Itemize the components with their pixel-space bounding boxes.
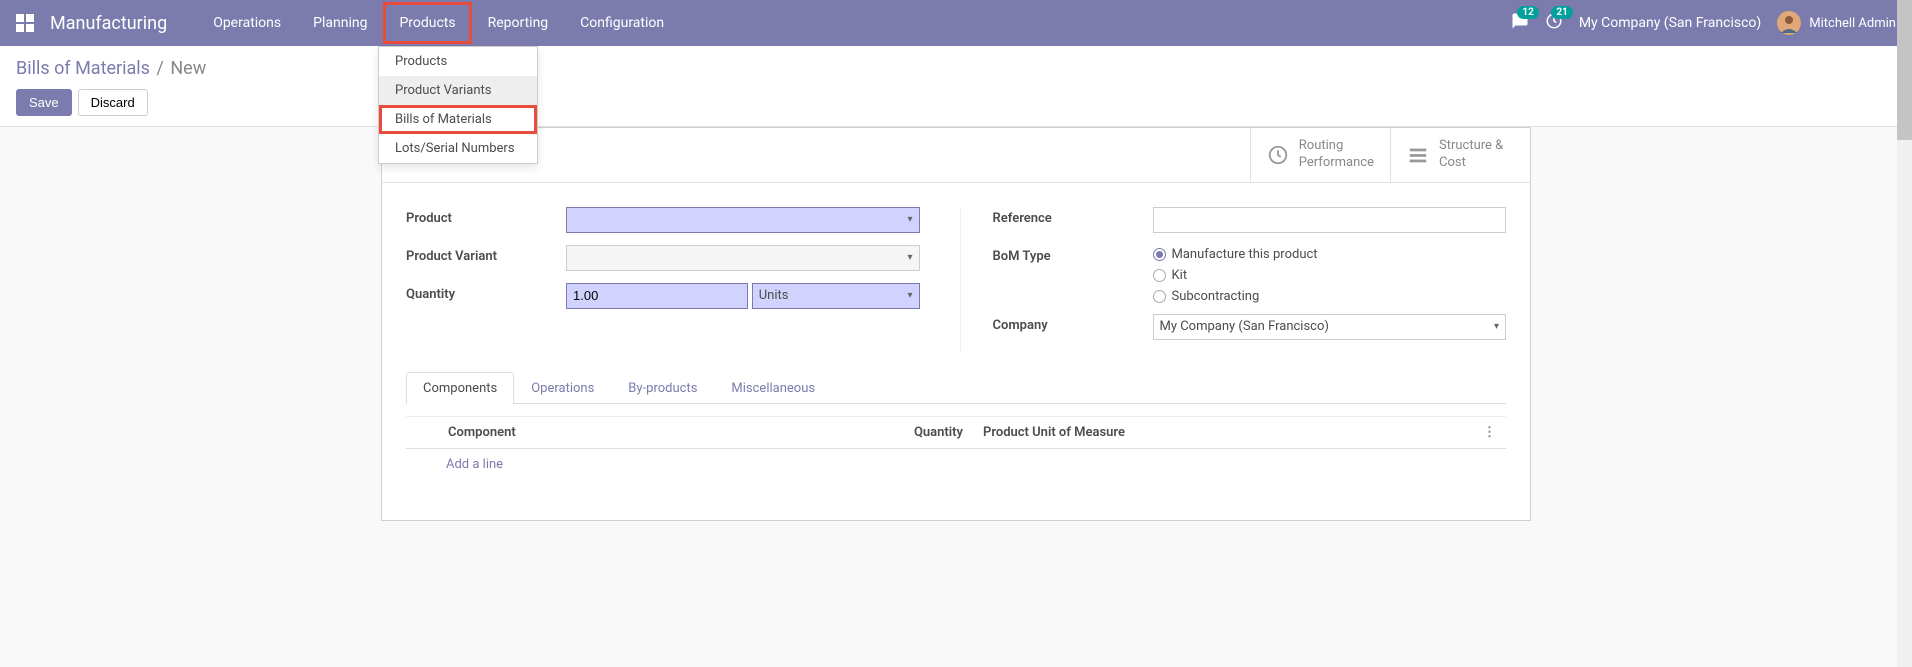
bom-type-radio-group: Manufacture this product Kit Subcontractin…	[1153, 245, 1507, 304]
chevron-down-icon: ▾	[1494, 321, 1499, 332]
vertical-scrollbar[interactable]	[1897, 0, 1912, 667]
activities-badge: 21	[1551, 6, 1572, 19]
radio-icon	[1153, 248, 1166, 261]
quantity-unit-select[interactable]: Units ▾	[752, 283, 920, 309]
activities-icon[interactable]: 21	[1545, 12, 1563, 34]
nav-item-products[interactable]: Products	[383, 2, 471, 44]
bom-type-option-1[interactable]: Kit	[1153, 268, 1507, 283]
company-label: Company	[993, 314, 1153, 333]
user-name: Mitchell Admin	[1809, 16, 1896, 31]
tab-miscellaneous[interactable]: Miscellaneous	[714, 372, 832, 404]
product-label: Product	[406, 207, 566, 226]
tab-components[interactable]: Components	[406, 372, 514, 404]
nav-item-operations[interactable]: Operations	[197, 2, 297, 44]
tab-operations[interactable]: Operations	[514, 372, 611, 404]
col-component[interactable]: Component	[438, 416, 873, 448]
chevron-down-icon: ▾	[907, 252, 912, 263]
products-dropdown: ProductsProduct VariantsBills of Materia…	[378, 46, 538, 164]
product-variant-select[interactable]: ▾	[566, 245, 920, 271]
bom-type-option-0[interactable]: Manufacture this product	[1153, 247, 1507, 262]
col-quantity[interactable]: Quantity	[873, 416, 973, 448]
dropdown-item-products[interactable]: Products	[379, 47, 537, 76]
dropdown-item-lots-serial-numbers[interactable]: Lots/Serial Numbers	[379, 134, 537, 163]
bars-icon	[1407, 144, 1429, 166]
user-menu[interactable]: Mitchell Admin	[1777, 11, 1896, 35]
avatar	[1777, 11, 1801, 35]
bom-type-option-2[interactable]: Subcontracting	[1153, 289, 1507, 304]
product-variant-label: Product Variant	[406, 245, 566, 264]
reference-label: Reference	[993, 207, 1153, 226]
col-uom[interactable]: Product Unit of Measure	[973, 416, 1473, 448]
app-brand[interactable]: Manufacturing	[50, 13, 167, 34]
breadcrumb-root[interactable]: Bills of Materials	[16, 58, 150, 79]
radio-icon	[1153, 290, 1166, 303]
messages-badge: 12	[1517, 6, 1538, 19]
components-table: Component Quantity Product Unit of Measu…	[406, 416, 1506, 449]
clock-icon	[1267, 144, 1289, 166]
breadcrumb-active: New	[170, 58, 206, 79]
save-button[interactable]: Save	[16, 89, 72, 116]
dropdown-item-product-variants[interactable]: Product Variants	[379, 76, 537, 105]
notebook-tabs: ComponentsOperationsBy-productsMiscellan…	[406, 372, 1506, 404]
radio-icon	[1153, 269, 1166, 282]
dropdown-item-bills-of-materials[interactable]: Bills of Materials	[379, 105, 537, 134]
breadcrumb: Bills of Materials / New	[16, 58, 1896, 79]
chevron-down-icon: ▾	[907, 290, 912, 301]
structure-cost-button[interactable]: Structure & Cost	[1390, 128, 1530, 182]
nav-item-configuration[interactable]: Configuration	[564, 2, 680, 44]
reference-input[interactable]	[1153, 207, 1507, 233]
tab-by-products[interactable]: By-products	[611, 372, 714, 404]
product-select[interactable]: ▾	[566, 207, 920, 233]
company-switcher[interactable]: My Company (San Francisco)	[1579, 15, 1761, 31]
add-line-link[interactable]: Add a line	[406, 449, 1506, 480]
kebab-icon[interactable]: ⋮	[1473, 416, 1506, 448]
quantity-input[interactable]	[566, 283, 748, 309]
nav-menu: OperationsPlanningProductsReportingConfi…	[197, 2, 680, 44]
chevron-down-icon: ▾	[907, 214, 912, 225]
quantity-label: Quantity	[406, 283, 566, 302]
apps-icon[interactable]	[16, 14, 34, 32]
nav-item-reporting[interactable]: Reporting	[472, 2, 565, 44]
messages-icon[interactable]: 12	[1511, 12, 1529, 34]
discard-button[interactable]: Discard	[78, 89, 148, 116]
company-select[interactable]: My Company (San Francisco) ▾	[1153, 314, 1507, 340]
nav-item-planning[interactable]: Planning	[297, 2, 383, 44]
bom-type-label: BoM Type	[993, 245, 1153, 264]
routing-performance-button[interactable]: Routing Performance	[1250, 128, 1390, 182]
